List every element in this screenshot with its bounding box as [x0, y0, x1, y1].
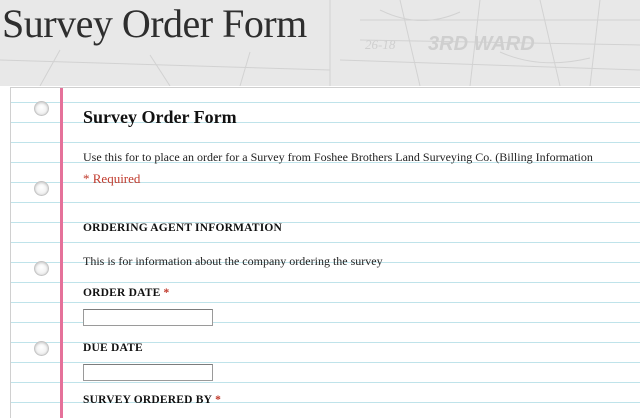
page-title: Survey Order Form [2, 1, 307, 46]
header-banner: 26-18 3RD WARD Survey Order Form [0, 0, 640, 86]
survey-ordered-by-label: SURVEY ORDERED BY * [83, 394, 221, 406]
required-star: * [215, 394, 222, 406]
due-date-input[interactable] [83, 364, 213, 381]
order-date-label-text: ORDER DATE [83, 287, 161, 299]
required-star: * [163, 287, 170, 299]
form-paper: Survey Order Form Use this for to place … [10, 87, 640, 418]
due-date-label-text: DUE DATE [83, 342, 143, 354]
order-date-label: ORDER DATE * [83, 287, 169, 299]
due-date-label: DUE DATE [83, 342, 143, 354]
binder-hole-icon [34, 101, 49, 116]
form-title: Survey Order Form [83, 107, 237, 127]
order-date-input[interactable] [83, 309, 213, 326]
binder-hole-icon [34, 261, 49, 276]
binder-hole-icon [34, 181, 49, 196]
section-description: This is for information about the compan… [83, 254, 383, 268]
map-lot-number: 26-18 [365, 37, 396, 52]
required-note: * Required [83, 171, 141, 186]
section-heading: ORDERING AGENT INFORMATION [83, 222, 283, 234]
map-ward-label: 3RD WARD [428, 33, 535, 55]
survey-ordered-by-label-text: SURVEY ORDERED BY [83, 394, 213, 406]
margin-line [60, 88, 63, 418]
binder-hole-icon [34, 341, 49, 356]
form-description: Use this for to place an order for a Sur… [83, 150, 593, 164]
